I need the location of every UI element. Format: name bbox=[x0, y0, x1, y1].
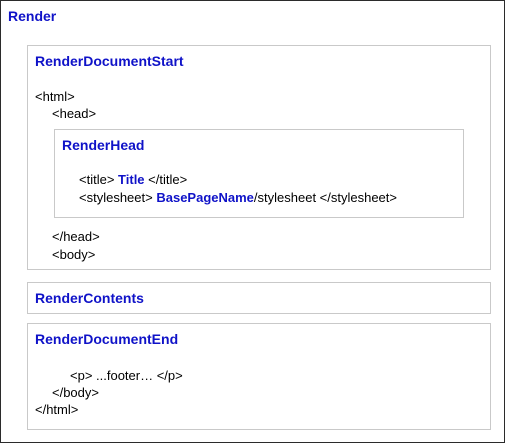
title-variable: Title bbox=[118, 172, 145, 187]
stylesheet-rest: /stylesheet </stylesheet> bbox=[253, 190, 397, 205]
title-open-tag: <title> bbox=[79, 172, 115, 187]
title-close-tag: </title> bbox=[148, 172, 188, 187]
code-line-title: <title> Title </title> bbox=[79, 172, 187, 187]
render-document-end-title: RenderDocumentEnd bbox=[35, 331, 179, 347]
code-line-footer: <p> ...footer… </p> bbox=[70, 368, 183, 383]
render-diagram: Render RenderDocumentStart <html> <head>… bbox=[0, 0, 505, 443]
code-line-head-close: </head> bbox=[52, 229, 100, 244]
render-head-title: RenderHead bbox=[62, 137, 145, 153]
render-document-start-title: RenderDocumentStart bbox=[35, 53, 184, 69]
render-document-end-box: RenderDocumentEnd <p> ...footer… </p> </… bbox=[27, 323, 491, 430]
render-document-start-box: RenderDocumentStart <html> <head> Render… bbox=[27, 45, 491, 270]
code-line-body-close: </body> bbox=[52, 385, 99, 400]
code-line-html-close: </html> bbox=[35, 402, 79, 417]
render-head-box: RenderHead <title> Title </title> <style… bbox=[54, 129, 464, 218]
render-contents-box: RenderContents bbox=[27, 282, 491, 314]
render-contents-title: RenderContents bbox=[35, 290, 144, 306]
code-line-head-open: <head> bbox=[52, 106, 97, 121]
code-line-html-open: <html> bbox=[35, 89, 75, 104]
stylesheet-open-tag: <stylesheet> bbox=[79, 190, 153, 205]
code-line-body-open: <body> bbox=[52, 247, 96, 262]
render-title: Render bbox=[8, 8, 57, 24]
base-page-name-variable: BasePageName bbox=[156, 190, 254, 205]
code-line-stylesheet: <stylesheet> BasePageName/stylesheet </s… bbox=[79, 190, 397, 205]
